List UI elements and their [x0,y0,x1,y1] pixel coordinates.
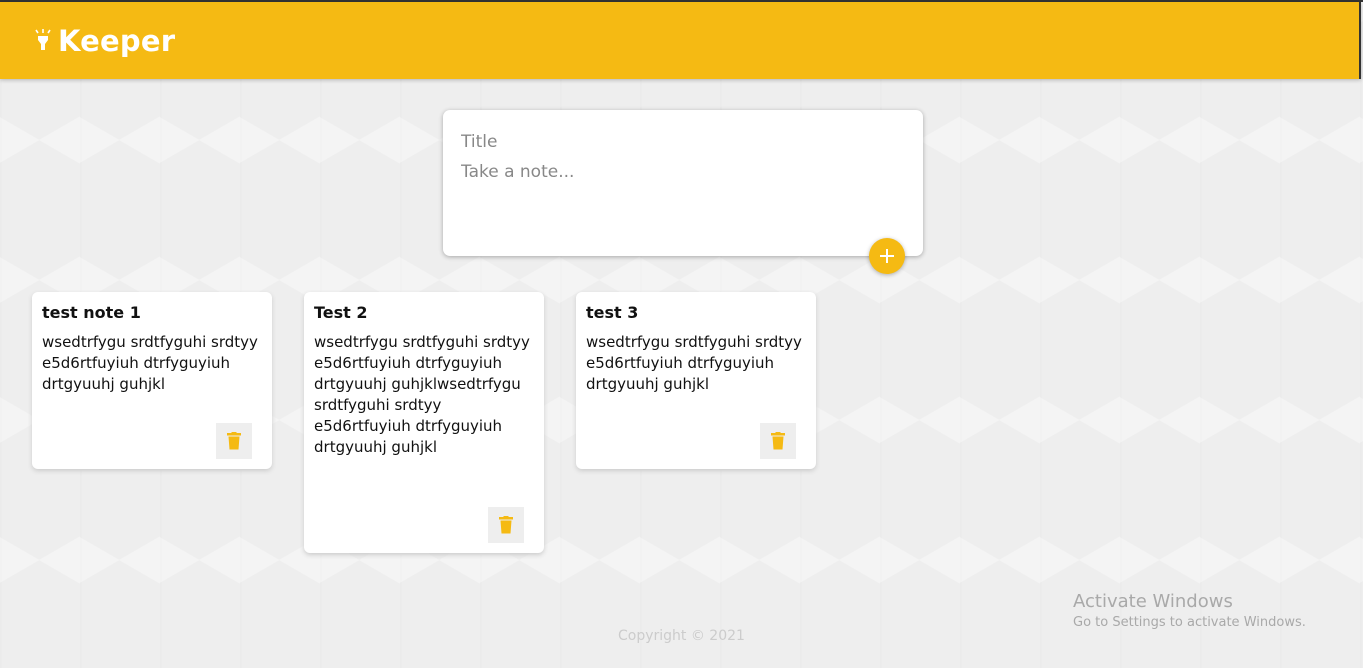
note-title: test note 1 [42,303,141,322]
note-content: wsedtrfygu srdtfyguhi srdtyy e5d6rtfuyiu… [314,333,530,456]
note-card: Test 2 wsedtrfygu srdtfyguhi srdtyy e5d6… [304,292,544,553]
plus-icon [880,249,894,263]
delete-note-button[interactable] [488,507,524,543]
watermark-subtitle: Go to Settings to activate Windows. [1073,615,1306,630]
note-content-input[interactable] [461,162,901,232]
copyright-text: Copyright © 2021 [618,628,745,644]
trash-icon [227,432,241,450]
note-title: Test 2 [314,303,368,322]
note-card: test note 1 wsedtrfygu srdtfyguhi srdtyy… [32,292,272,469]
app-title: Keeper [58,24,176,58]
trash-icon [771,432,785,450]
trash-icon [499,516,513,534]
note-content: wsedtrfygu srdtfyguhi srdtyy e5d6rtfuyiu… [586,333,802,393]
lightbulb-icon [35,29,51,50]
delete-note-button[interactable] [760,423,796,459]
app-header: Keeper [0,2,1361,79]
note-card: test 3 wsedtrfygu srdtfyguhi srdtyy e5d6… [576,292,816,469]
delete-note-button[interactable] [216,423,252,459]
app-logo: Keeper [34,24,175,58]
note-title-input[interactable] [461,130,901,154]
add-note-button[interactable] [869,238,905,274]
note-content: wsedtrfygu srdtfyguhi srdtyy e5d6rtfuyiu… [42,333,258,393]
activate-windows-watermark: Activate Windows Go to Settings to activ… [1073,590,1306,632]
watermark-title: Activate Windows [1073,591,1233,612]
create-note-form [443,110,923,256]
note-title: test 3 [586,303,639,322]
